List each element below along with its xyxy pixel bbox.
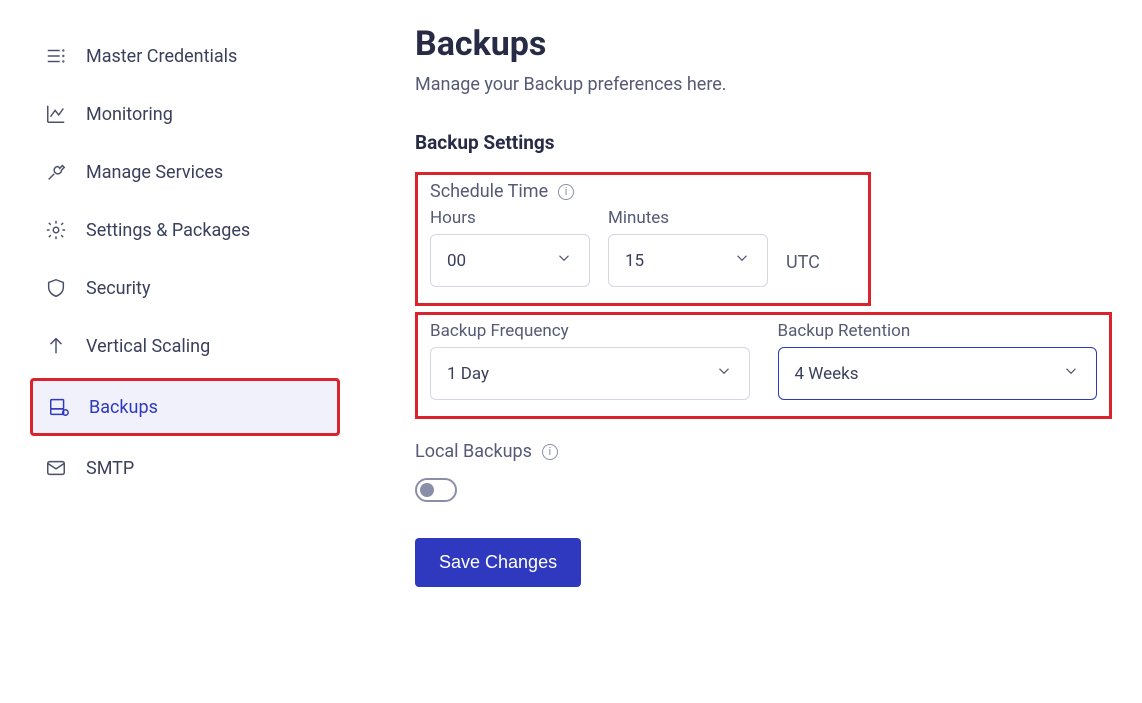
schedule-time-box: Schedule Time i Hours 00 Minutes 15 [415, 172, 871, 306]
retention-value: 4 Weeks [795, 364, 859, 384]
frequency-value: 1 Day [447, 364, 489, 384]
local-backups-label: Local Backups [415, 441, 532, 462]
save-changes-button[interactable]: Save Changes [415, 538, 581, 587]
sidebar-item-manage-services[interactable]: Manage Services [30, 146, 340, 198]
sidebar-item-monitoring[interactable]: Monitoring [30, 88, 340, 140]
chevron-down-icon [733, 249, 751, 272]
sidebar-item-label: Settings & Packages [86, 220, 250, 241]
local-backups-toggle[interactable] [415, 478, 457, 502]
info-icon[interactable]: i [558, 184, 574, 200]
sidebar-item-settings-packages[interactable]: Settings & Packages [30, 204, 340, 256]
mail-icon [44, 456, 68, 480]
backup-icon [47, 395, 71, 419]
chart-icon [44, 102, 68, 126]
sidebar-item-label: Backups [89, 397, 158, 418]
page-subtitle: Manage your Backup preferences here. [415, 74, 1112, 95]
frequency-retention-box: Backup Frequency 1 Day Backup Retention … [415, 312, 1112, 419]
sidebar-item-vertical-scaling[interactable]: Vertical Scaling [30, 320, 340, 372]
sidebar-item-label: SMTP [86, 458, 134, 479]
settings-title: Backup Settings [415, 131, 1112, 154]
chevron-down-icon [715, 362, 733, 385]
toggle-knob [420, 483, 434, 497]
minutes-select[interactable]: 15 [608, 234, 768, 287]
frequency-select[interactable]: 1 Day [430, 347, 750, 400]
minutes-label: Minutes [608, 208, 768, 228]
page-title: Backups [415, 24, 1112, 64]
arrow-up-icon [44, 334, 68, 358]
sidebar-item-backups[interactable]: Backups [30, 378, 340, 436]
chevron-down-icon [555, 249, 573, 272]
hours-value: 00 [447, 251, 466, 271]
list-icon [44, 44, 68, 68]
main-content: Backups Manage your Backup preferences h… [360, 0, 1142, 703]
sidebar: Master Credentials Monitoring Manage Ser… [0, 0, 360, 703]
minutes-value: 15 [625, 251, 644, 271]
sidebar-item-label: Monitoring [86, 104, 173, 125]
shield-icon [44, 276, 68, 300]
retention-select[interactable]: 4 Weeks [778, 347, 1098, 400]
frequency-label: Backup Frequency [430, 321, 750, 341]
gear-icon [44, 218, 68, 242]
wrench-icon [44, 160, 68, 184]
sidebar-item-label: Security [86, 278, 150, 299]
sidebar-item-smtp[interactable]: SMTP [30, 442, 340, 494]
sidebar-item-master-credentials[interactable]: Master Credentials [30, 30, 340, 82]
timezone-label: UTC [786, 252, 820, 287]
sidebar-item-label: Manage Services [86, 162, 223, 183]
hours-label: Hours [430, 208, 590, 228]
chevron-down-icon [1062, 362, 1080, 385]
sidebar-item-label: Master Credentials [86, 46, 237, 67]
sidebar-item-label: Vertical Scaling [86, 336, 210, 357]
hours-select[interactable]: 00 [430, 234, 590, 287]
retention-label: Backup Retention [778, 321, 1098, 341]
sidebar-item-security[interactable]: Security [30, 262, 340, 314]
info-icon[interactable]: i [542, 444, 558, 460]
schedule-time-label: Schedule Time [430, 181, 548, 202]
